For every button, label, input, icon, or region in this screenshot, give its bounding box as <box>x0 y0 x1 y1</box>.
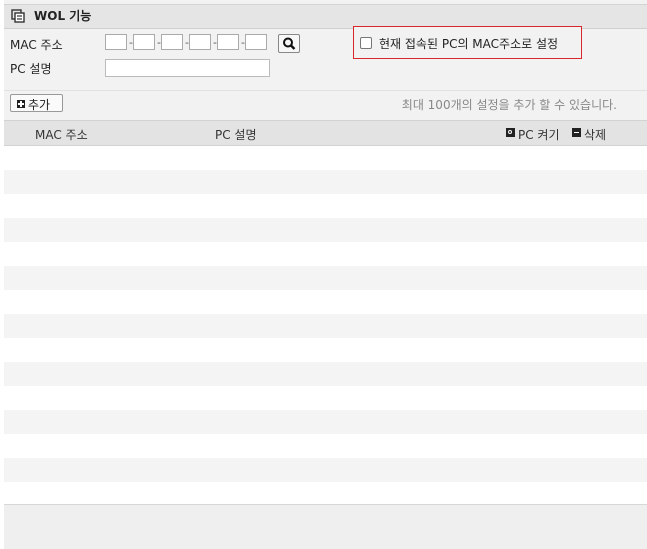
mac-octet-6-input[interactable] <box>245 34 267 50</box>
column-header-description: PC 설명 <box>215 128 257 142</box>
column-header-delete: 삭제 <box>584 128 607 142</box>
mac-octet-4-input[interactable] <box>189 34 211 50</box>
limit-notice: 최대 100개의 설정을 추가 할 수 있습니다. <box>401 98 617 112</box>
mac-octet-2-input[interactable] <box>133 34 155 50</box>
table-row <box>4 458 647 482</box>
table-row <box>4 242 647 266</box>
table-row <box>4 194 647 218</box>
table-row <box>4 266 647 290</box>
table-row <box>4 290 647 314</box>
table-row <box>4 218 647 242</box>
wol-panel: WOL 기능 MAC 주소 - - - - - PC 설명 현재 접속된 PC의… <box>4 0 647 549</box>
table-row <box>4 410 647 434</box>
add-button[interactable]: 추가 <box>10 94 63 112</box>
table-row <box>4 482 647 506</box>
panel-title: WOL 기능 <box>34 9 92 23</box>
table-row <box>4 338 647 362</box>
delete-icon <box>572 128 581 137</box>
plus-icon <box>17 100 25 108</box>
table-footer <box>4 504 647 549</box>
magnifier-icon <box>283 37 296 50</box>
use-current-pc-label: 현재 접속된 PC의 MAC주소로 설정 <box>379 37 559 51</box>
mac-octet-1-input[interactable] <box>105 34 127 50</box>
table-row <box>4 386 647 410</box>
add-button-label: 추가 <box>28 98 51 112</box>
list-toolbar: 추가 최대 100개의 설정을 추가 할 수 있습니다. <box>4 90 647 119</box>
mac-octet-3-input[interactable] <box>161 34 183 50</box>
mac-search-button[interactable] <box>278 34 300 53</box>
use-current-pc-checkbox[interactable] <box>360 37 372 49</box>
table-row <box>4 362 647 386</box>
column-header-mac: MAC 주소 <box>35 128 88 142</box>
table-row <box>4 434 647 458</box>
table-header: MAC 주소 PC 설명 PC 켜기 삭제 <box>4 120 647 146</box>
mac-octet-5-input[interactable] <box>217 34 239 50</box>
pc-description-input[interactable] <box>105 59 270 77</box>
column-header-power-on: PC 켜기 <box>518 128 560 142</box>
table-body <box>4 146 647 506</box>
mac-address-label: MAC 주소 <box>10 38 63 52</box>
pc-description-label: PC 설명 <box>10 62 52 76</box>
use-current-pc-mac-option[interactable]: 현재 접속된 PC의 MAC주소로 설정 <box>353 26 582 59</box>
table-row <box>4 170 647 194</box>
table-row <box>4 314 647 338</box>
copy-window-icon <box>11 9 25 23</box>
power-on-icon <box>506 128 515 137</box>
table-row <box>4 146 647 170</box>
